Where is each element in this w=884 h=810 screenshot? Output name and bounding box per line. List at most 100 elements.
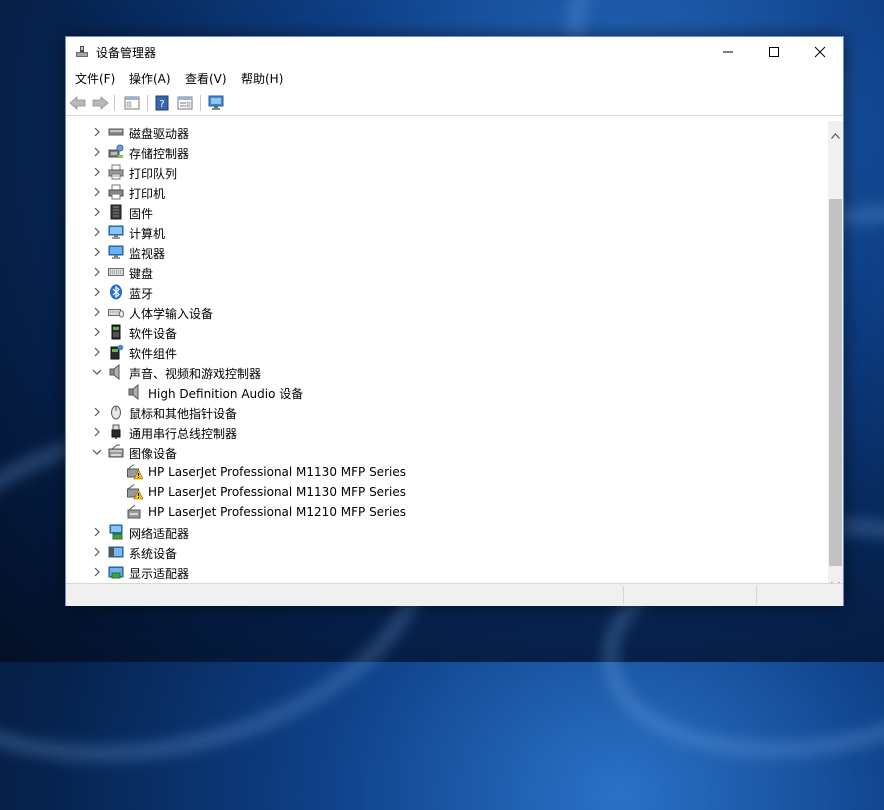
tree-item-label: 人体学输入设备 [129, 307, 214, 321]
chevron-right-icon[interactable] [92, 307, 102, 317]
chevron-right-icon[interactable] [92, 347, 102, 357]
chevron-right-icon[interactable] [92, 127, 102, 137]
chevron-right-icon[interactable] [92, 527, 102, 537]
tree-device[interactable]: HP LaserJet Professional M1210 MFP Serie… [66, 502, 828, 522]
window-title: 设备管理器 [96, 46, 157, 60]
chevron-right-icon[interactable] [92, 287, 102, 297]
close-button[interactable] [797, 37, 843, 67]
imaging-device-icon [108, 444, 124, 460]
status-divider [756, 586, 757, 604]
tree-item-label: 打印机 [129, 187, 166, 201]
tree-device[interactable]: HP LaserJet Professional M1130 MFP Serie… [66, 482, 828, 502]
speaker-icon [127, 383, 143, 401]
maximize-button[interactable] [751, 37, 797, 67]
forward-arrow-icon [92, 96, 109, 110]
chevron-down-icon[interactable] [92, 447, 102, 457]
tree-item-label: 声音、视频和游戏控制器 [129, 367, 262, 381]
chevron-right-icon[interactable] [92, 427, 102, 437]
tree-category[interactable]: 通用串行总线控制器 [66, 422, 828, 442]
chevron-right-icon[interactable] [92, 247, 102, 257]
storage-controller-icon [108, 144, 124, 160]
status-bar [66, 583, 843, 606]
system-device-icon [108, 544, 124, 560]
show-hide-console-tree-button[interactable] [123, 94, 141, 112]
menu-view[interactable]: 查看(V) [185, 70, 227, 87]
device-tree[interactable]: 磁盘驱动器存储控制器打印队列打印机 固件 计算机监视器键盘蓝牙人体学输入设备 软件设备… [66, 121, 828, 583]
scan-hardware-icon [208, 95, 224, 110]
chevron-right-icon[interactable] [92, 547, 102, 557]
tree-category[interactable]: 鼠标和其他指针设备 [66, 402, 828, 422]
computer-icon [108, 224, 124, 240]
chevron-down-icon[interactable] [92, 367, 102, 377]
keyboard-icon [108, 264, 124, 280]
tree-category[interactable]: 磁盘驱动器 [66, 122, 828, 142]
menu-file[interactable]: 文件(F) [75, 70, 115, 87]
tree-category[interactable]: 计算机 [66, 222, 828, 242]
chevron-right-icon[interactable] [92, 567, 102, 577]
tree-item-label: 存储控制器 [129, 147, 190, 161]
back-button[interactable] [69, 94, 87, 112]
toolbar: ? [66, 91, 843, 116]
menu-action[interactable]: 操作(A) [129, 70, 171, 87]
minimize-button[interactable] [705, 37, 751, 67]
speaker-icon [108, 363, 124, 381]
tree-category[interactable]: 人体学输入设备 [66, 302, 828, 322]
tree-category[interactable]: 蓝牙 [66, 282, 828, 302]
properties-icon [177, 96, 193, 110]
display-adapter-icon [108, 564, 124, 580]
tree-category[interactable]: 固件 [66, 202, 828, 222]
menu-bar: 文件(F) 操作(A) 查看(V) 帮助(H) [66, 67, 843, 89]
hid-icon [108, 304, 125, 320]
scan-hardware-changes-button[interactable] [207, 94, 225, 112]
network-adapter-icon [108, 524, 124, 540]
tree-category[interactable]: 图像设备 [66, 442, 828, 462]
tree-item-label: 键盘 [129, 267, 154, 281]
chevron-right-icon[interactable] [92, 187, 102, 197]
tree-category[interactable]: 键盘 [66, 262, 828, 282]
vertical-scrollbar[interactable] [828, 121, 843, 588]
scanner-icon [127, 504, 143, 520]
scroll-up-arrow-icon[interactable] [831, 124, 840, 143]
tree-category[interactable]: 软件设备 [66, 322, 828, 342]
menu-help[interactable]: 帮助(H) [241, 70, 283, 87]
chevron-right-icon[interactable] [92, 407, 102, 417]
tree-device[interactable]: HP LaserJet Professional M1130 MFP Serie… [66, 462, 828, 482]
chevron-right-icon[interactable] [92, 227, 102, 237]
chevron-right-icon[interactable] [92, 147, 102, 157]
tree-category[interactable]: 系统设备 [66, 542, 828, 562]
scrollbar-thumb[interactable] [829, 199, 842, 566]
title-bar[interactable]: 设备管理器 [66, 37, 843, 67]
tree-item-label: 打印队列 [129, 167, 178, 181]
chevron-right-icon[interactable] [92, 327, 102, 337]
chevron-right-icon[interactable] [92, 267, 102, 277]
status-divider [623, 586, 624, 604]
tree-category[interactable]: 存储控制器 [66, 142, 828, 162]
tree-device[interactable]: High Definition Audio 设备 [66, 382, 828, 402]
device-manager-window: 设备管理器 文件(F) 操作(A) 查看(V) 帮助(H) ? 磁盘驱动器 存储… [65, 36, 844, 606]
tree-category[interactable]: 显示适配器 [66, 562, 828, 582]
tree-category[interactable]: 网络适配器 [66, 522, 828, 542]
tree-item-label: HP LaserJet Professional M1210 MFP Serie… [148, 505, 406, 519]
tree-category[interactable]: 打印机 [66, 182, 828, 202]
tree-category[interactable]: 声音、视频和游戏控制器 [66, 362, 828, 382]
tree-item-label: 网络适配器 [129, 527, 190, 541]
help-button[interactable]: ? [153, 94, 171, 112]
firmware-icon [108, 204, 124, 220]
mouse-icon [108, 404, 124, 420]
tree-category[interactable]: 监视器 [66, 242, 828, 262]
maximize-icon [769, 47, 779, 57]
chevron-right-icon[interactable] [92, 167, 102, 177]
tree-item-label: HP LaserJet Professional M1130 MFP Serie… [148, 485, 406, 499]
properties-button[interactable] [176, 94, 194, 112]
toolbar-separator [200, 95, 201, 111]
software-device-icon [108, 324, 124, 340]
forward-button[interactable] [91, 94, 109, 112]
tree-category[interactable]: 软件组件 [66, 342, 828, 362]
chevron-right-icon[interactable] [92, 207, 102, 217]
tree-item-label: 鼠标和其他指针设备 [129, 407, 238, 421]
tree-category[interactable]: 打印队列 [66, 162, 828, 182]
tree-item-label: 监视器 [129, 247, 166, 261]
help-icon: ? [155, 95, 169, 111]
print-queue-icon [108, 164, 124, 180]
tree-item-label: 蓝牙 [129, 287, 154, 301]
